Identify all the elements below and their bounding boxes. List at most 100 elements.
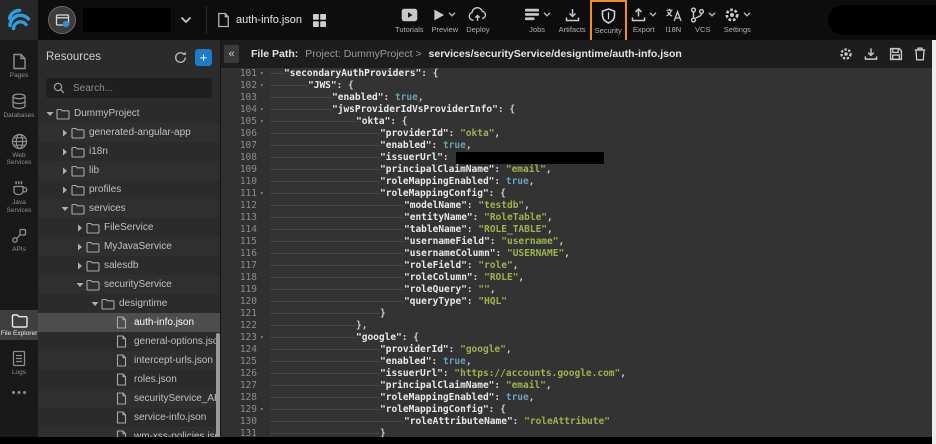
tree-item[interactable]: general-options.json [38, 332, 220, 351]
fold-toggle-icon[interactable]: ▾ [259, 188, 270, 200]
tree-item[interactable]: generated-angular-app [38, 123, 220, 142]
tree-item[interactable]: auth-info.json [38, 313, 220, 332]
tool-i18n[interactable]: I18N [661, 2, 686, 38]
tree-item[interactable]: securityService [38, 275, 220, 294]
tree-caret[interactable] [74, 281, 86, 289]
indent-guide [270, 416, 404, 428]
tree-caret[interactable] [74, 224, 86, 232]
tree-item[interactable]: FileService [38, 218, 220, 237]
tool-tutorials[interactable]: Tutorials [391, 2, 427, 38]
tree-caret[interactable] [59, 129, 71, 137]
search-box[interactable] [46, 78, 212, 98]
tool-preview[interactable]: Preview [428, 2, 463, 38]
caret-right-icon [61, 148, 69, 156]
tree-item[interactable]: MyJavaService [38, 237, 220, 256]
tool-label: Tutorials [395, 25, 423, 34]
sidebar-item-pages[interactable]: Pages [0, 50, 38, 83]
sidebar-item-databases[interactable]: Databases [0, 90, 38, 123]
tree-caret[interactable] [59, 205, 71, 213]
indent-guide [270, 200, 404, 212]
grid-view-icon[interactable] [312, 13, 327, 28]
code-token: : [494, 392, 505, 403]
tree-item[interactable]: salesdb [38, 256, 220, 275]
folder-icon [86, 279, 102, 291]
chevron-down-icon[interactable] [180, 16, 192, 24]
api-nodes-icon [11, 228, 27, 244]
sidebar-item-more[interactable] [0, 387, 38, 398]
tool-export[interactable]: Export [627, 2, 661, 38]
code-line: 113"entityName": "RoleTable", [221, 212, 936, 224]
tree-caret[interactable] [44, 110, 56, 118]
folder-icon [86, 222, 100, 234]
project-switcher[interactable] [48, 6, 192, 34]
fold-toggle-icon[interactable]: ▾ [259, 116, 270, 128]
line-number: 121 [221, 308, 259, 320]
collapse-panel-button[interactable]: « [224, 45, 239, 63]
tree-item[interactable]: services [38, 199, 220, 218]
code-token: "roleMappingConfig" [380, 404, 489, 415]
tree-caret[interactable] [74, 262, 86, 270]
download-file-icon[interactable] [864, 47, 878, 61]
tree-item[interactable]: roles.json [38, 370, 220, 389]
tree-item-label: securityService_API.json [134, 393, 220, 404]
code-line-content: "okta": { [270, 116, 408, 128]
sidebar-item-apis[interactable]: APIs [0, 225, 38, 257]
tree-item[interactable]: intercept-urls.json [38, 351, 220, 370]
left-nav-rail: Pages Databases Web Services Java Services A… [0, 40, 38, 444]
tool-artifacts[interactable]: Artifacts [555, 2, 590, 38]
search-input[interactable] [71, 82, 205, 95]
indent-guide [270, 332, 356, 344]
tree-item[interactable]: DummyProject [38, 104, 220, 123]
fold-toggle-icon[interactable]: ▾ [259, 80, 270, 92]
code-line: 130"roleAttributeName": "roleAttribute" [221, 416, 936, 428]
indent-guide [270, 224, 404, 236]
app-logo[interactable] [0, 0, 38, 40]
add-resource-button[interactable]: + [195, 49, 212, 66]
tree-item[interactable]: i18n [38, 142, 220, 161]
file-icon [116, 411, 127, 424]
fold-toggle-icon[interactable]: ▾ [259, 404, 270, 416]
tree-caret[interactable] [59, 148, 71, 156]
tool-security[interactable]: Security [590, 0, 627, 42]
sidebar-item-file-explorer[interactable]: File Explorer [0, 310, 38, 341]
folder-icon [101, 298, 117, 310]
editor-settings-icon[interactable] [839, 47, 853, 61]
file-icon [116, 316, 127, 329]
tool-jobs[interactable]: Jobs [520, 2, 555, 38]
tool-vcs[interactable]: VCS [686, 2, 720, 38]
code-editor[interactable]: 101▾"secondaryAuthProviders": {102▾"JWS"… [221, 68, 936, 444]
tree-item[interactable]: securityService_API.json [38, 389, 220, 408]
fold-toggle-icon[interactable]: ▾ [259, 104, 270, 116]
delete-file-icon[interactable] [914, 47, 926, 61]
tree-item[interactable]: lib [38, 161, 220, 180]
code-line-content: "usernameField": "username", [270, 236, 564, 248]
sidebar-item-web-services[interactable]: Web Services [0, 130, 38, 171]
save-file-icon[interactable] [889, 47, 903, 61]
code-line: 110"roleMappingEnabled": true, [221, 176, 936, 188]
preview-icon [433, 8, 445, 22]
tool-settings[interactable]: Settings [720, 2, 755, 38]
tree-item[interactable]: profiles [38, 180, 220, 199]
logs-icon [12, 350, 26, 367]
tree-scrollbar[interactable] [216, 333, 220, 438]
tool-deploy[interactable]: Deploy [462, 2, 493, 38]
fold-toggle-icon[interactable]: ▾ [259, 68, 270, 80]
tree-caret[interactable] [59, 167, 71, 175]
refresh-icon[interactable] [174, 51, 187, 64]
code-token: "ROLE_TABLE" [478, 224, 547, 235]
code-token: true [506, 176, 529, 187]
fold-toggle-icon[interactable]: ▾ [259, 332, 270, 344]
open-file-tab[interactable]: auth-info.json [206, 6, 327, 34]
tree-item[interactable]: designtime [38, 294, 220, 313]
sidebar-item-java-services[interactable]: Java Services [0, 177, 38, 218]
line-number: 104 [221, 104, 259, 116]
code-line: 123▾"google": { [221, 332, 936, 344]
sidebar-item-logs[interactable]: Logs [0, 347, 38, 380]
tree-item[interactable]: service-info.json [38, 408, 220, 427]
chevron-down-icon [649, 12, 657, 17]
tree-caret[interactable] [59, 186, 71, 194]
tree-caret[interactable] [89, 300, 101, 308]
code-line: 128"roleMappingEnabled": true, [221, 392, 936, 404]
code-token: true [506, 392, 529, 403]
tree-caret[interactable] [74, 243, 86, 251]
